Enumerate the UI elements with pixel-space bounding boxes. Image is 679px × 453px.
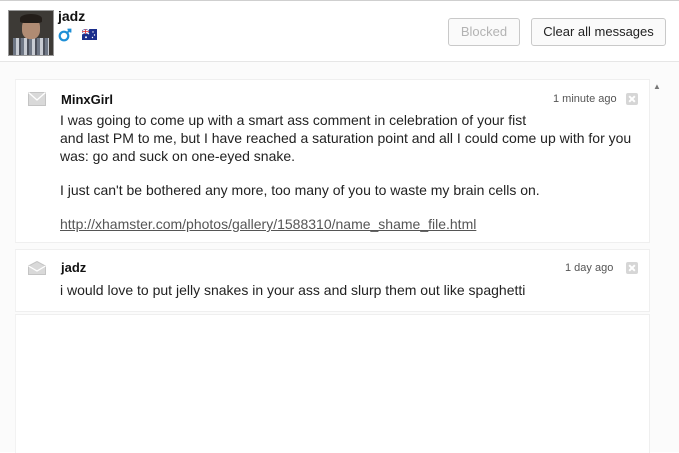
empty-panel [15, 314, 650, 453]
avatar[interactable] [8, 10, 54, 56]
close-icon[interactable] [626, 93, 638, 105]
message-line: i would love to put jelly snakes in your… [60, 282, 526, 298]
message-link[interactable]: http://xhamster.com/photos/gallery/15883… [60, 216, 476, 232]
male-symbol-icon [58, 28, 72, 42]
close-icon[interactable] [626, 262, 638, 274]
message-paragraph: I just can't be bothered any more, too m… [60, 182, 540, 198]
blocked-button[interactable]: Blocked [448, 18, 520, 46]
username[interactable]: jadz [58, 8, 85, 24]
clear-all-messages-button[interactable]: Clear all messages [531, 18, 666, 46]
envelope-icon [28, 92, 46, 106]
message-line: and last PM to me, but I have reached a … [60, 130, 632, 146]
envelope-open-icon [28, 261, 46, 275]
message-line: was: go and suck on one-eyed snake. [60, 148, 296, 164]
message-time: 1 day ago [565, 262, 614, 274]
scroll-up-arrow-icon[interactable]: ▲ [653, 82, 661, 91]
message-time: 1 minute ago [553, 93, 617, 105]
message-line: I was going to come up with a smart ass … [60, 112, 527, 128]
conversation-header: jadz Blocked Clear all messages [0, 1, 679, 62]
australia-flag-icon [82, 29, 97, 40]
message-sender[interactable]: MinxGirl [61, 92, 113, 107]
message-sender[interactable]: jadz [61, 260, 86, 275]
